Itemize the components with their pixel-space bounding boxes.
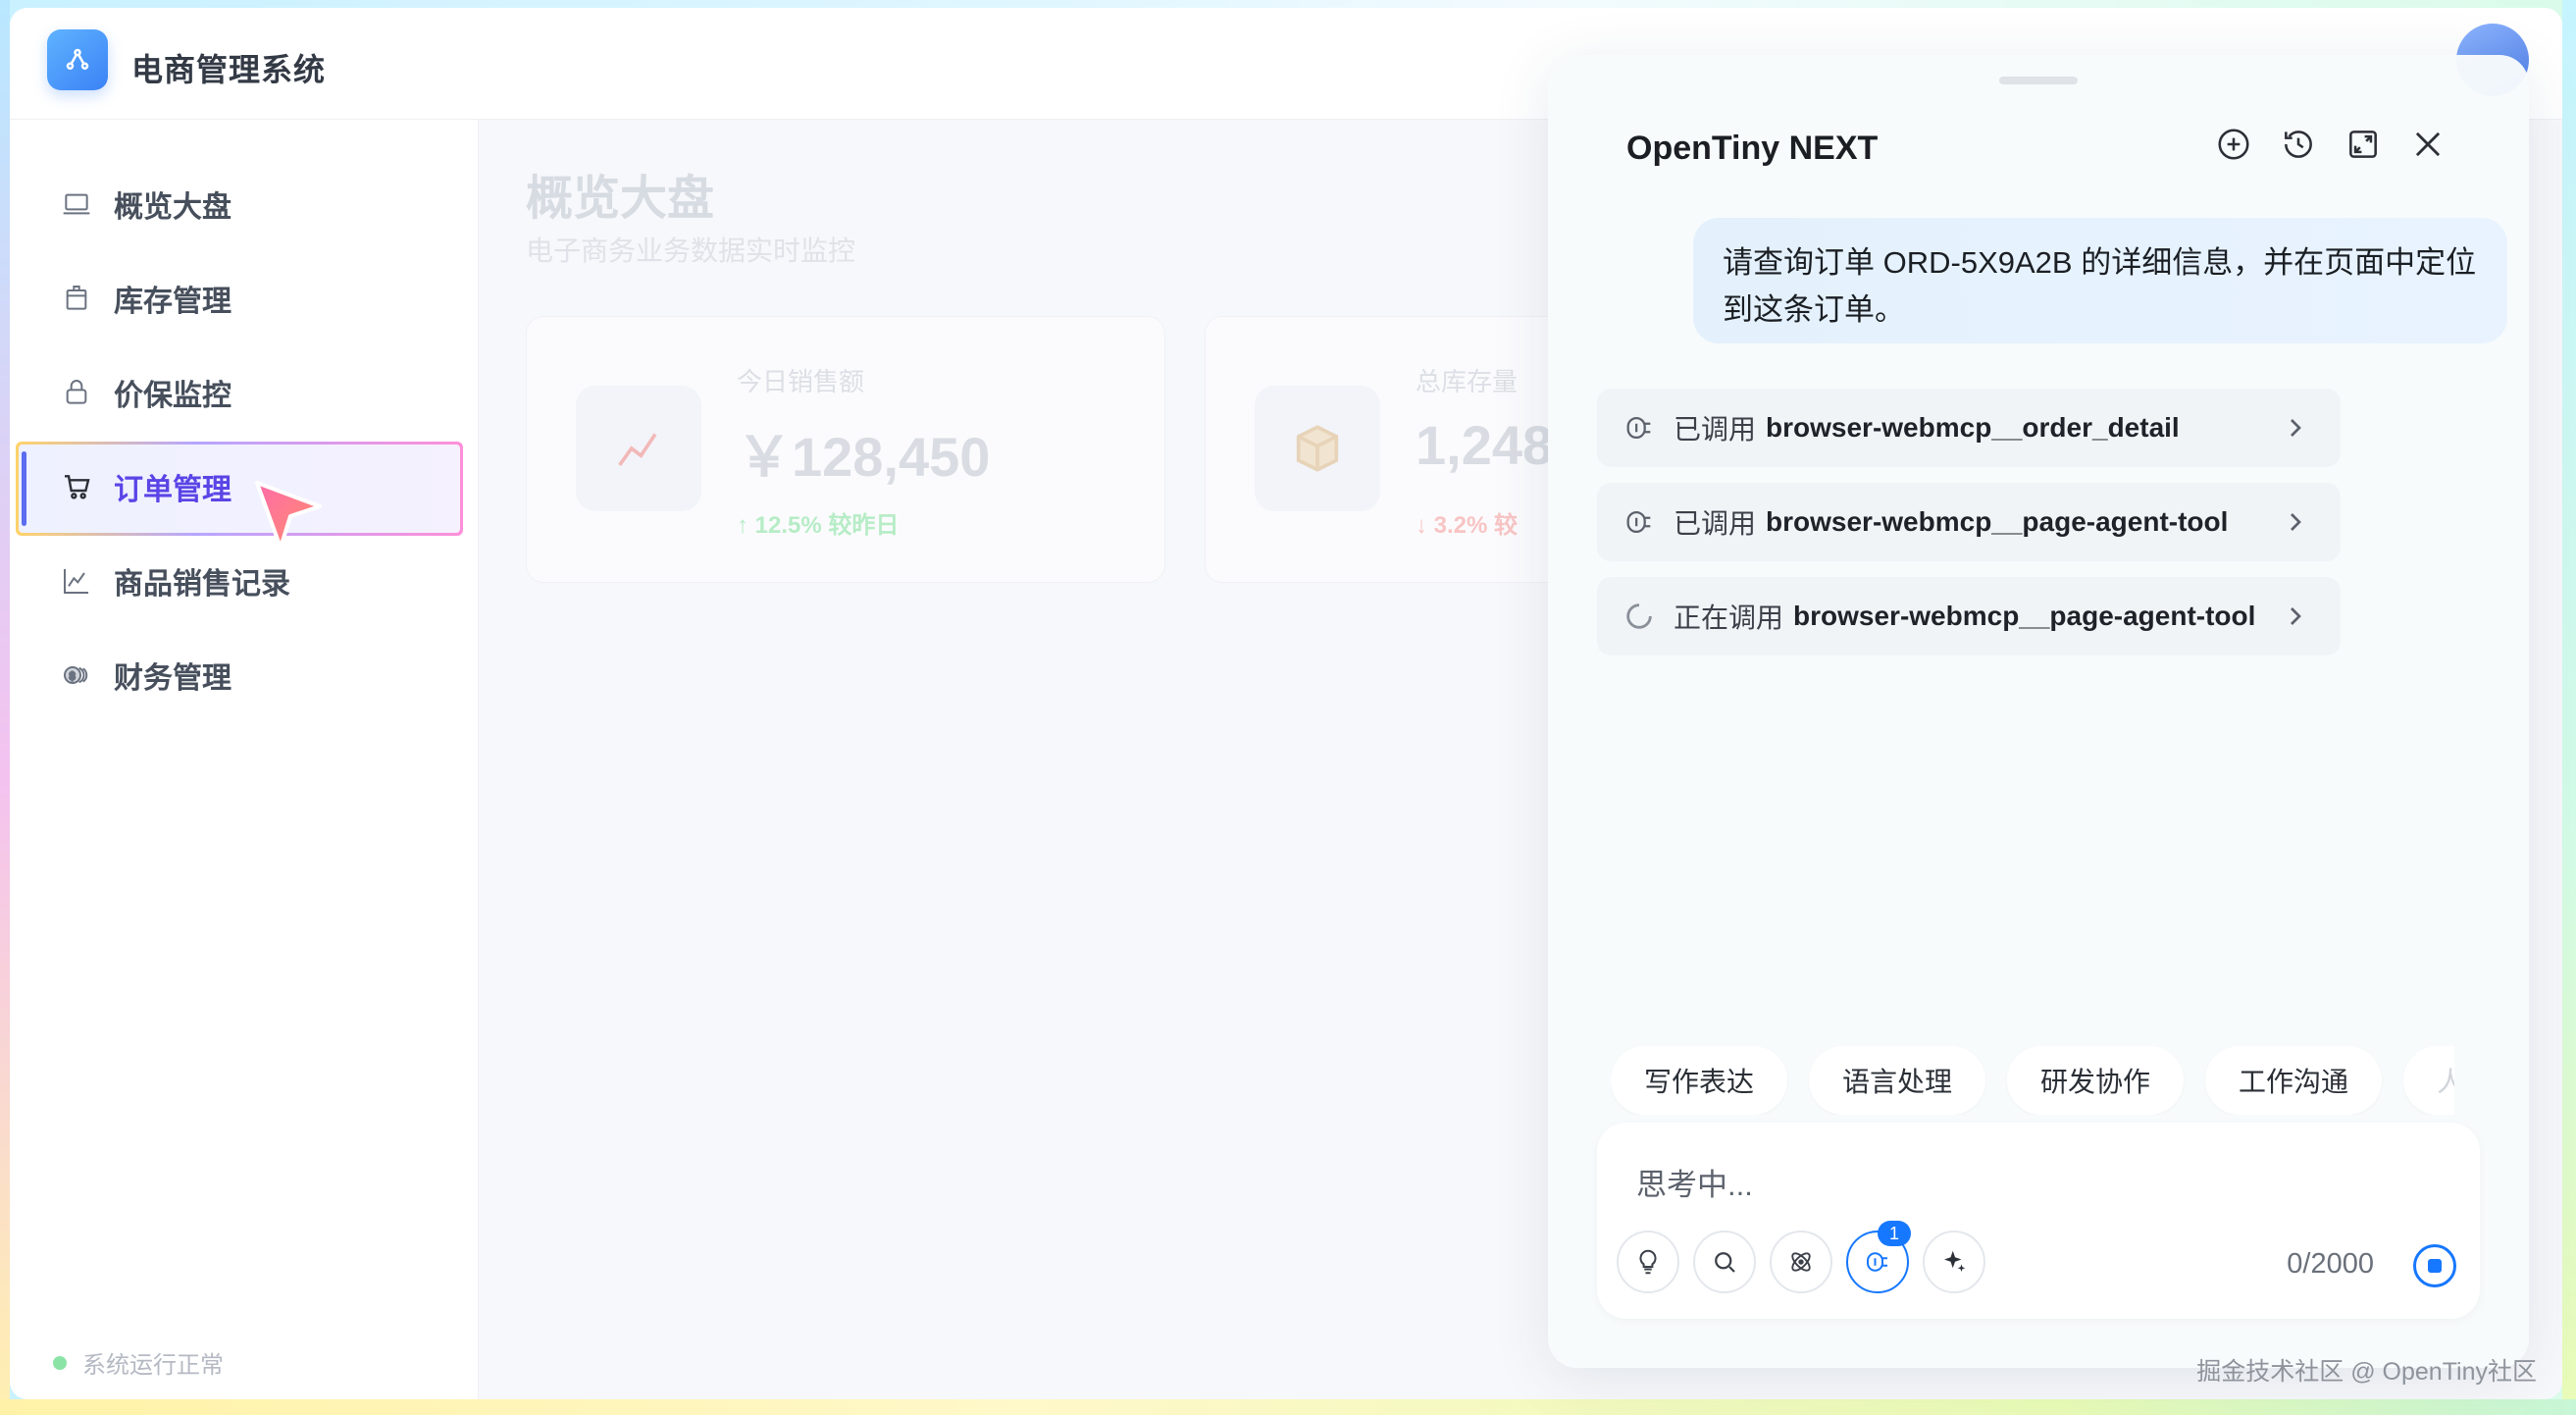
search-icon[interactable] <box>1693 1231 1756 1293</box>
tool-call-item[interactable]: 已调用 browser-webmcp__order_detail <box>1597 389 2341 467</box>
tool-call-status: 正在调用 <box>1674 603 1784 633</box>
package-icon <box>1255 386 1380 511</box>
sidebar-item-inventory[interactable]: 库存管理 <box>20 253 463 343</box>
sidebar-item-label: 库存管理 <box>114 286 232 318</box>
tool-call-status: 已调用 <box>1674 414 1757 445</box>
tool-call-name: browser-webmcp__order_detail <box>1766 412 2180 443</box>
prompt-chips: 写作表达 语言处理 研发协作 工作沟通 人才 <box>1611 1046 2454 1115</box>
app-logo-icon <box>47 29 108 90</box>
assistant-actions <box>2215 126 2447 163</box>
page-subtitle: 电子商务业务数据实时监控 <box>526 236 856 266</box>
sidebar-item-label: 商品销售记录 <box>114 568 290 601</box>
user-message-bubble: 请查询订单 ORD-5X9A2B 的详细信息，并在页面中定位到这条订单。 <box>1693 218 2507 343</box>
chip-dev[interactable]: 研发协作 <box>2007 1046 2185 1115</box>
history-icon[interactable] <box>2280 126 2317 163</box>
system-status: 系统运行正常 <box>53 1345 224 1380</box>
status-dot <box>53 1355 67 1370</box>
assistant-title: OpenTiny NEXT <box>1626 130 1879 167</box>
box-icon <box>61 283 92 314</box>
plugin-count-badge: 1 <box>1878 1221 1911 1246</box>
frame-bottom-glow <box>0 1399 2576 1415</box>
sidebar-item-label: 财务管理 <box>114 662 232 695</box>
app-title: 电商管理系统 <box>131 52 327 87</box>
tool-call-name: browser-webmcp__page-agent-tool <box>1793 601 2256 631</box>
chip-writing[interactable]: 写作表达 <box>1611 1046 1788 1115</box>
sidebar-item-sales-records[interactable]: 商品销售记录 <box>20 536 463 626</box>
lock-icon <box>61 377 92 408</box>
stat-delta: ↑ 12.5% 较昨日 <box>737 512 900 539</box>
chevron-right-icon <box>2291 419 2301 437</box>
stat-value: 1,248 <box>1416 414 1554 476</box>
sidebar-item-price-protection[interactable]: 价保监控 <box>20 347 463 438</box>
chip-language[interactable]: 语言处理 <box>1809 1046 1986 1115</box>
cursor-pointer-icon <box>255 481 322 550</box>
trend-up-icon <box>576 386 701 511</box>
chevron-right-icon <box>2291 607 2301 625</box>
coins-icon: $ <box>61 659 92 691</box>
stat-label: 今日销售额 <box>737 367 865 396</box>
sidebar-item-orders[interactable]: 订单管理 <box>20 442 463 532</box>
sidebar: 概览大盘 库存管理 价保监控 订单管理 商品销售记录 $ 财务管理 系统运行正常 <box>10 120 479 1399</box>
loading-spinner-icon <box>1623 600 1656 633</box>
input-toolbar: 1 <box>1617 1221 1985 1293</box>
atom-icon[interactable] <box>1770 1231 1832 1293</box>
stop-icon <box>2428 1259 2442 1273</box>
frame-right-glow <box>2562 0 2576 1415</box>
drag-handle[interactable] <box>1999 77 2078 84</box>
sidebar-item-finance[interactable]: $ 财务管理 <box>20 630 463 720</box>
tool-call-item[interactable]: 正在调用 browser-webmcp__page-agent-tool <box>1597 577 2341 655</box>
close-icon[interactable] <box>2409 126 2447 163</box>
plugin-toggle-icon[interactable]: 1 <box>1846 1221 1911 1293</box>
new-chat-icon[interactable] <box>2215 126 2252 163</box>
plugin-icon <box>1623 505 1656 539</box>
watermark: 掘金技术社区 @ OpenTiny社区 <box>2196 1358 2537 1386</box>
stop-button[interactable] <box>2413 1244 2456 1287</box>
chat-input-box[interactable]: 思考中... 1 0/2000 <box>1597 1123 2480 1319</box>
sidebar-item-overview[interactable]: 概览大盘 <box>20 159 463 249</box>
page-title: 概览大盘 <box>526 173 715 225</box>
svg-text:$: $ <box>70 671 76 683</box>
status-text: 系统运行正常 <box>82 1352 224 1379</box>
laptop-icon <box>61 188 92 220</box>
chip-talent[interactable]: 人才 <box>2403 1046 2454 1115</box>
stat-card-sales: 今日销售额 ￥128,450 ↑ 12.5% 较昨日 <box>526 316 1165 583</box>
sidebar-item-label: 概览大盘 <box>114 191 232 224</box>
stat-value: ￥128,450 <box>737 426 991 488</box>
plugin-icon <box>1623 411 1656 445</box>
tool-call-item[interactable]: 已调用 browser-webmcp__page-agent-tool <box>1597 483 2341 561</box>
chip-communication[interactable]: 工作沟通 <box>2205 1046 2383 1115</box>
assistant-panel: OpenTiny NEXT 请查询订单 ORD-5X9A2B 的详细信息，并在页… <box>1548 55 2529 1368</box>
sidebar-item-label: 价保监控 <box>114 380 232 412</box>
stat-delta: ↓ 3.2% 较 <box>1416 512 1519 539</box>
chevron-right-icon <box>2291 513 2301 531</box>
cart-icon <box>61 471 92 502</box>
expand-icon[interactable] <box>2344 126 2382 163</box>
chat-input-placeholder[interactable]: 思考中... <box>1636 1160 1753 1204</box>
tool-call-status: 已调用 <box>1674 508 1757 539</box>
lightbulb-icon[interactable] <box>1617 1231 1679 1293</box>
tool-call-name: browser-webmcp__page-agent-tool <box>1766 506 2229 537</box>
chart-icon <box>61 565 92 597</box>
stat-label: 总库存量 <box>1416 367 1519 396</box>
frame-left-glow <box>0 0 10 1415</box>
char-counter: 0/2000 <box>2287 1248 2374 1280</box>
sparkle-icon[interactable] <box>1923 1231 1985 1293</box>
sidebar-item-label: 订单管理 <box>114 474 232 506</box>
